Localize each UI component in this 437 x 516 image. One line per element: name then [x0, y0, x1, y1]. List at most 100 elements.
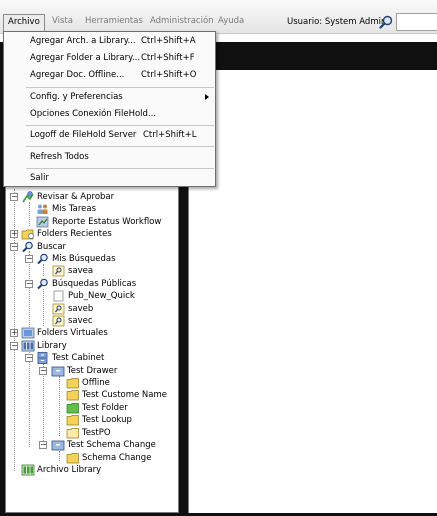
tree-label: Test Drawer [67, 366, 118, 376]
tree-item-saveb[interactable]: saveb [6, 303, 178, 315]
menu-ayuda[interactable]: Ayuda [214, 14, 248, 31]
search-icon [22, 241, 33, 253]
menu-separator [26, 125, 214, 126]
menu-item-refresh[interactable]: Refresh Todos [5, 150, 214, 165]
tree-label: Mis Búsquedas [52, 254, 116, 264]
collapse-icon[interactable]: − [10, 193, 18, 201]
collapse-icon[interactable]: − [10, 243, 18, 251]
menu-item-connection[interactable]: Opciones Conexión FileHold... [5, 107, 214, 122]
tree-item-buscar[interactable]: − Buscar [6, 241, 178, 253]
menu-separator [26, 146, 214, 147]
tree-label: Buscar [37, 242, 67, 252]
tree-item-savea[interactable]: savea [6, 265, 178, 277]
menu-separator [26, 168, 214, 169]
tree-item-testpo[interactable]: TestPO [6, 427, 178, 439]
tree-item-recientes[interactable]: + Folders Recientes [6, 228, 178, 240]
collapse-icon[interactable]: − [25, 354, 33, 362]
submenu-arrow-icon [205, 94, 209, 100]
expand-icon[interactable]: + [10, 230, 18, 238]
tree-item-virtuales[interactable]: + Folders Virtuales [6, 327, 178, 339]
collapse-icon[interactable]: − [25, 280, 33, 288]
library-icon [21, 340, 35, 352]
menu-item-logoff[interactable]: Logoff de FileHold Server Ctrl+Shift+L [5, 128, 214, 143]
menu-item-add-folder[interactable]: Agregar Folder a Library... Ctrl+Shift+F [5, 51, 214, 66]
tree-item-mis-busquedas[interactable]: − Mis Búsquedas [6, 253, 178, 265]
tree-item-mis-tareas[interactable]: Mis Tareas [6, 203, 178, 215]
menu-bar: Archivo Vista Herramientas Administració… [0, 0, 437, 34]
saved-search-icon [52, 303, 65, 315]
tree-item-test-schema-change[interactable]: − Test Schema Change [6, 439, 178, 451]
tree-item-archivo-library[interactable]: Archivo Library [6, 464, 178, 476]
tree-label: Revisar & Aprobar [37, 192, 115, 202]
folder-icon [66, 378, 79, 389]
tree-label: Offline [82, 378, 110, 388]
tree-label: Pub_New_Quick [68, 291, 135, 301]
blank-document-icon [53, 290, 64, 302]
folder-icon [66, 415, 79, 426]
tree-label: Mis Tareas [52, 204, 96, 214]
tree-label: Folders Virtuales [37, 328, 108, 338]
virtual-folder-icon [21, 327, 35, 339]
menu-herramientas[interactable]: Herramientas [81, 14, 147, 31]
expand-icon[interactable]: + [10, 329, 18, 337]
tree-item-savec[interactable]: savec [6, 315, 178, 327]
drawer-icon [51, 366, 65, 377]
tree-item-reporte[interactable]: Reporte Estatus Workflow [6, 216, 178, 228]
tree-item-test-custome-name[interactable]: Test Custome Name [6, 389, 178, 401]
tree-label: TestPO [82, 428, 111, 438]
search-icon [37, 253, 48, 265]
tree-label: Test Cabinet [52, 353, 105, 363]
menu-separator [26, 87, 214, 88]
green-folder-icon [66, 403, 79, 414]
tree-label: savea [68, 266, 94, 276]
collapse-icon[interactable]: − [25, 255, 33, 263]
search-input[interactable] [396, 13, 437, 31]
menu-vista[interactable]: Vista [48, 14, 77, 31]
tree-item-test-lookup[interactable]: Test Lookup [6, 414, 178, 426]
search-icon[interactable] [379, 15, 393, 29]
recent-folder-icon [21, 229, 34, 240]
drawer-icon [51, 440, 65, 451]
tree-item-schema-change[interactable]: Schema Change [6, 452, 178, 464]
collapse-icon[interactable]: − [10, 342, 18, 350]
tree-label: Library [37, 341, 67, 351]
tree-label: Archivo Library [37, 465, 102, 475]
tree-label: Reporte Estatus Workflow [52, 217, 162, 227]
menu-item-add-archive[interactable]: Agregar Arch. a Library... Ctrl+Shift+A [5, 34, 214, 49]
menu-item-config[interactable]: Config. y Preferencias [5, 90, 214, 105]
report-icon [36, 216, 49, 228]
menu-item-exit[interactable]: Salir [5, 171, 214, 186]
folder-icon [66, 453, 79, 464]
tree-label: Test Custome Name [82, 390, 168, 400]
saved-search-icon [52, 315, 65, 327]
approval-icon [22, 191, 34, 203]
collapse-icon[interactable]: − [39, 367, 47, 375]
tree-label: Folders Recientes [37, 229, 112, 239]
tree-label: Búsquedas Públicas [52, 279, 137, 289]
tree-item-offline[interactable]: Offline [6, 377, 178, 389]
archivo-menu: Agregar Arch. a Library... Ctrl+Shift+A … [3, 31, 216, 187]
user-label: Usuario: System Admin2 [287, 17, 392, 27]
folder-icon [66, 390, 79, 401]
tree-label: Test Folder [82, 403, 128, 413]
archive-library-icon [21, 464, 35, 476]
content-pane [188, 70, 437, 513]
app-window: Archivo Vista Herramientas Administració… [0, 0, 437, 516]
collapse-icon[interactable]: − [39, 441, 47, 449]
menu-administracion[interactable]: Administración [146, 14, 218, 31]
tree-item-test-cabinet[interactable]: − Test Cabinet [6, 352, 178, 364]
tree-item-publicas[interactable]: − Búsquedas Públicas [6, 278, 178, 290]
tree-item-pub-new-quick[interactable]: Pub_New_Quick [6, 290, 178, 302]
menu-archivo[interactable]: Archivo [3, 14, 45, 31]
tree-item-test-folder[interactable]: Test Folder [6, 402, 178, 414]
tree-item-test-drawer[interactable]: − Test Drawer [6, 365, 178, 377]
cabinet-icon [37, 352, 48, 364]
tasks-icon [37, 204, 48, 214]
saved-search-icon [52, 265, 65, 277]
tree-label: savec [68, 316, 93, 326]
tree-label: Test Lookup [82, 415, 132, 425]
menu-item-add-offline[interactable]: Agregar Doc. Offline... Ctrl+Shift+O [5, 68, 214, 83]
search-icon [37, 278, 48, 290]
tree-item-revisar[interactable]: − Revisar & Aprobar [6, 191, 178, 203]
tree-item-library[interactable]: − Library [6, 340, 178, 352]
